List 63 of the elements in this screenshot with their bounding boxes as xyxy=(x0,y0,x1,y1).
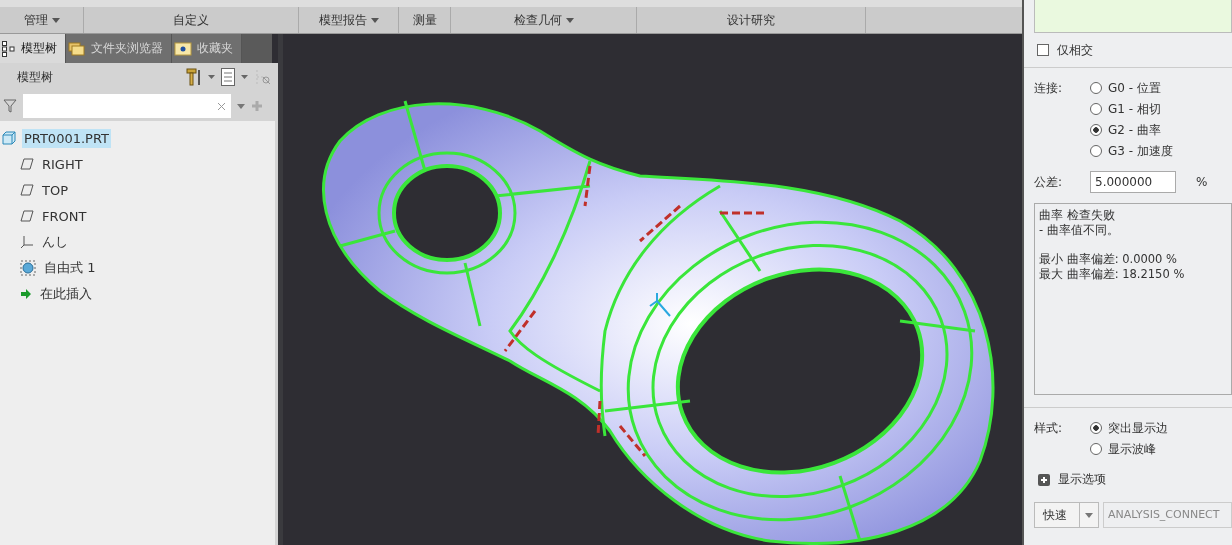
radio-button[interactable] xyxy=(1090,82,1102,94)
result-line: 曲率 检查失败 xyxy=(1039,208,1116,223)
ribbon-group-button[interactable]: 设计研究 xyxy=(723,11,779,29)
tree-item[interactable]: FRONT xyxy=(40,206,89,226)
radio-label: 显示波峰 xyxy=(1108,440,1156,458)
ribbon-group-button[interactable]: 管理 xyxy=(19,11,64,29)
panel-tab[interactable]: 文件夹浏览器 xyxy=(66,34,172,63)
cube-icon xyxy=(2,131,16,145)
tolerance-field[interactable]: 5.000000 xyxy=(1090,171,1176,193)
caret-icon[interactable] xyxy=(237,103,245,109)
caret-icon xyxy=(51,17,60,23)
folder-icon xyxy=(68,40,86,57)
field-label: 连接: xyxy=(1034,80,1064,97)
panel-tab[interactable]: 收藏夹 xyxy=(172,34,242,63)
radio-button[interactable] xyxy=(1090,443,1102,455)
radio-label: G1 - 相切 xyxy=(1108,100,1161,118)
ribbon-group-button[interactable]: 自定义 xyxy=(169,11,213,29)
tree-item[interactable]: TOP xyxy=(40,180,70,200)
tree-item[interactable]: 在此插入 xyxy=(38,283,94,305)
radio-label: 突出显示边 xyxy=(1108,419,1168,437)
tree-item[interactable]: んし xyxy=(40,231,70,253)
hammer-icon[interactable] xyxy=(186,68,202,86)
result-line: 最大 曲率偏差: 18.2150 % xyxy=(1039,267,1186,282)
radio-button[interactable] xyxy=(1090,124,1102,136)
result-line: 最小 曲率偏差: 0.0000 % xyxy=(1039,252,1178,267)
panel-tab[interactable]: 模型树 xyxy=(0,34,66,63)
caret-icon[interactable] xyxy=(1085,512,1093,518)
checkbox-label: 仅相交 xyxy=(1057,41,1093,59)
panel-title: 模型树 xyxy=(17,68,53,86)
radio-button[interactable] xyxy=(1090,103,1102,115)
expand-icon[interactable] xyxy=(1038,473,1050,486)
plane-icon xyxy=(20,158,34,170)
tree-item[interactable]: PRT0001.PRT xyxy=(22,128,111,148)
result-line: - 曲率值不同。 xyxy=(1039,223,1120,238)
radio-button[interactable] xyxy=(1090,145,1102,157)
filter-icon[interactable] xyxy=(3,99,17,113)
caret-icon[interactable] xyxy=(241,75,248,79)
field-label: 公差: xyxy=(1034,173,1064,191)
section-label[interactable]: 显示选项 xyxy=(1058,471,1106,488)
plane-icon xyxy=(20,210,34,222)
list-icon[interactable] xyxy=(221,68,235,86)
tree-item[interactable]: 自由式 1 xyxy=(42,257,98,279)
caret-icon xyxy=(565,17,574,23)
unit-label: % xyxy=(1196,175,1208,189)
sphere-icon xyxy=(20,260,36,276)
checkbox[interactable] xyxy=(1037,44,1049,56)
radio-label: G0 - 位置 xyxy=(1108,79,1161,97)
caret-icon xyxy=(370,17,379,23)
tree-icon xyxy=(2,40,16,57)
plane-icon xyxy=(20,184,34,196)
radio-label: G2 - 曲率 xyxy=(1108,121,1161,139)
radio-button[interactable] xyxy=(1090,422,1102,434)
tree-item[interactable]: RIGHT xyxy=(40,154,85,174)
ribbon-group-button[interactable]: 模型报告 xyxy=(314,11,383,29)
arrow-icon xyxy=(20,288,32,300)
caret-icon[interactable] xyxy=(208,75,215,79)
field-label: 样式: xyxy=(1034,420,1064,437)
ribbon-group-button[interactable]: 测量 xyxy=(408,11,441,29)
radio-label: G3 - 加速度 xyxy=(1108,142,1173,160)
search-field[interactable] xyxy=(23,94,231,118)
axes-icon xyxy=(20,235,34,249)
ribbon-group-button[interactable]: 检查几何 xyxy=(509,11,578,29)
clear-icon[interactable] xyxy=(217,101,226,111)
